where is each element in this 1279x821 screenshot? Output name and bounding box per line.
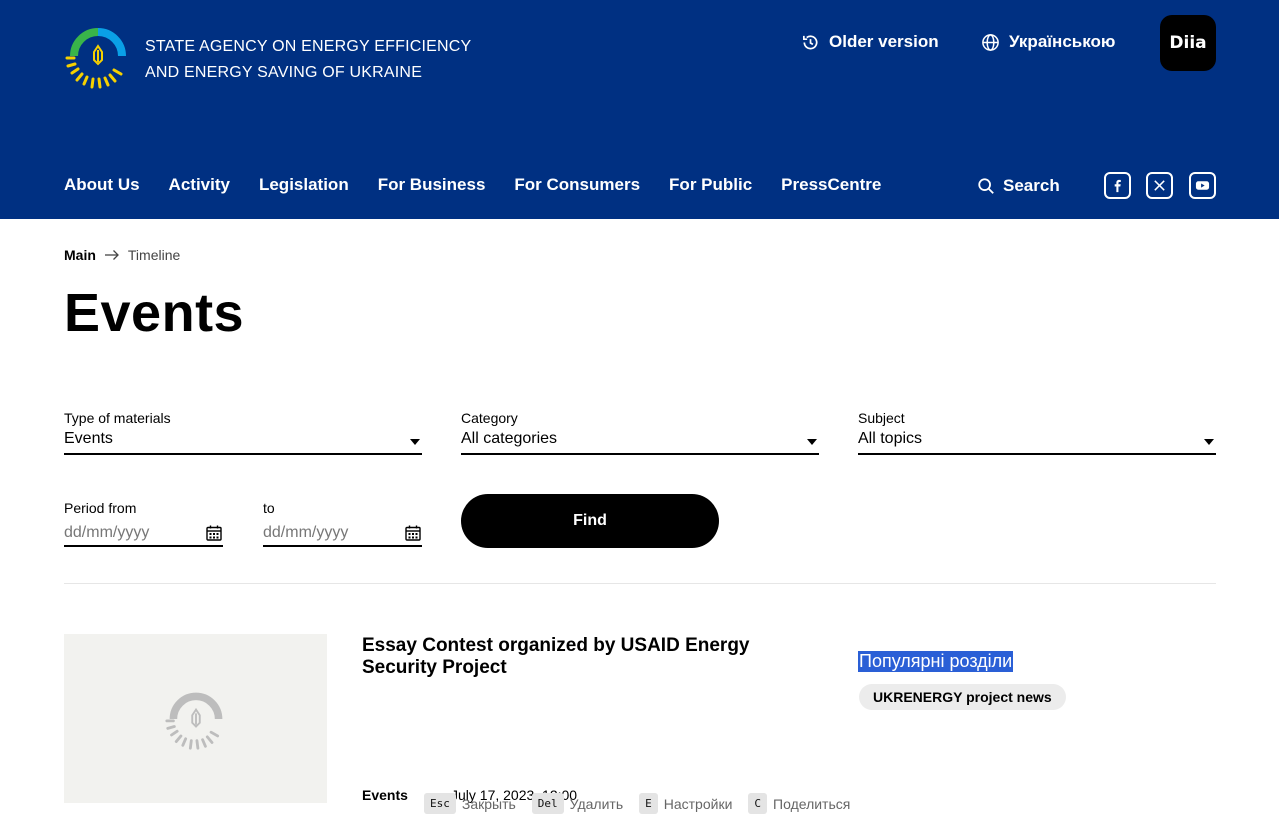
page-title: Events: [64, 283, 245, 343]
breadcrumb-main[interactable]: Main: [64, 247, 96, 263]
hint-label: Поделиться: [773, 795, 851, 812]
hint-key: C: [748, 793, 768, 814]
site-header: STATE AGENCY ON ENERGY EFFICIENCY AND EN…: [0, 0, 1279, 219]
nav-item-legislation[interactable]: Legislation: [259, 175, 349, 195]
hint-settings[interactable]: E Настройки: [639, 793, 732, 814]
shortcut-hint-bar: Esc Закрыть Del Удалить E Настройки C По…: [424, 793, 860, 814]
hint-key: Del: [531, 793, 564, 814]
type-of-materials-label: Type of materials: [64, 410, 171, 426]
event-thumbnail[interactable]: [64, 634, 327, 803]
subject-label: Subject: [858, 410, 905, 426]
hint-label: Настройки: [663, 795, 733, 812]
calendar-icon[interactable]: [404, 524, 422, 542]
hint-label: Закрыть: [461, 795, 516, 812]
hint-key: E: [639, 793, 658, 814]
caret-down-icon: [1204, 439, 1214, 445]
agency-name[interactable]: STATE AGENCY ON ENERGY EFFICIENCY AND EN…: [145, 34, 471, 86]
breadcrumb-current: Timeline: [127, 247, 181, 263]
facebook-icon: [1114, 179, 1121, 193]
category-value: All categories: [461, 430, 558, 447]
hint-close[interactable]: Esc Закрыть: [424, 793, 516, 814]
x-icon: [1154, 180, 1165, 191]
hint-delete[interactable]: Del Удалить: [531, 793, 624, 814]
agency-logo-placeholder-icon: [164, 692, 222, 750]
search-label: Search: [1003, 176, 1060, 195]
period-from-label: Period from: [64, 500, 137, 516]
event-title[interactable]: Essay Contest organized by USAID Energy …: [362, 635, 802, 679]
youtube-link[interactable]: [1189, 172, 1216, 199]
nav-item-for-consumers[interactable]: For Consumers: [514, 175, 640, 195]
period-from-field: [64, 521, 223, 547]
type-of-materials-select[interactable]: Type of materials Events: [64, 410, 422, 455]
tag-ukrenergy-project-news[interactable]: UKRENERGY project news: [859, 684, 1066, 710]
nav-item-presscentre[interactable]: PressCentre: [781, 175, 881, 195]
language-switch[interactable]: Українською: [981, 32, 1115, 52]
nav-item-activity[interactable]: Activity: [169, 175, 230, 195]
event-type: Events: [362, 787, 408, 803]
nav-item-for-public[interactable]: For Public: [669, 175, 752, 195]
search-icon: [978, 178, 994, 194]
older-version-label: Older version: [829, 32, 939, 51]
hint-label: Удалить: [569, 795, 624, 812]
facebook-link[interactable]: [1104, 172, 1131, 199]
caret-down-icon: [807, 439, 817, 445]
agency-logo[interactable]: [64, 22, 132, 90]
find-button[interactable]: Find: [461, 494, 719, 548]
older-version-link[interactable]: Older version: [801, 32, 939, 52]
calendar-icon[interactable]: [205, 524, 223, 542]
search-button[interactable]: Search: [977, 176, 1060, 196]
language-label: Українською: [1009, 32, 1116, 51]
youtube-icon: [1195, 181, 1210, 190]
globe-icon: [982, 33, 999, 51]
period-to-field: [263, 521, 422, 547]
diia-button[interactable]: Diia: [1160, 15, 1216, 71]
category-select[interactable]: Category All categories: [461, 410, 819, 455]
divider: [64, 583, 1216, 584]
nav-item-about-us[interactable]: About Us: [64, 175, 140, 195]
period-from-group: Period from: [64, 500, 223, 547]
subject-select[interactable]: Subject All topics: [858, 410, 1216, 455]
arrow-right-icon: [104, 250, 119, 260]
agency-name-line1: STATE AGENCY ON ENERGY EFFICIENCY: [145, 38, 472, 55]
period-to-input[interactable]: [263, 524, 383, 542]
agency-name-line2: AND ENERGY SAVING OF UKRAINE: [145, 64, 423, 81]
type-of-materials-value: Events: [64, 430, 113, 447]
period-from-input[interactable]: [64, 524, 184, 542]
x-link[interactable]: [1146, 172, 1173, 199]
main-nav: About Us Activity Legislation For Busine…: [64, 175, 881, 195]
breadcrumb: Main Timeline: [64, 247, 180, 263]
history-icon: [802, 34, 818, 49]
subject-value: All topics: [858, 430, 923, 447]
category-label: Category: [461, 410, 518, 426]
hint-share[interactable]: C Поделиться: [748, 793, 850, 814]
period-to-group: to: [263, 500, 422, 547]
popular-sections-heading: Популярні розділи: [858, 651, 1014, 672]
hint-key: Esc: [424, 793, 456, 814]
caret-down-icon: [410, 439, 420, 445]
nav-item-for-business[interactable]: For Business: [378, 175, 486, 195]
period-to-label: to: [263, 500, 275, 516]
